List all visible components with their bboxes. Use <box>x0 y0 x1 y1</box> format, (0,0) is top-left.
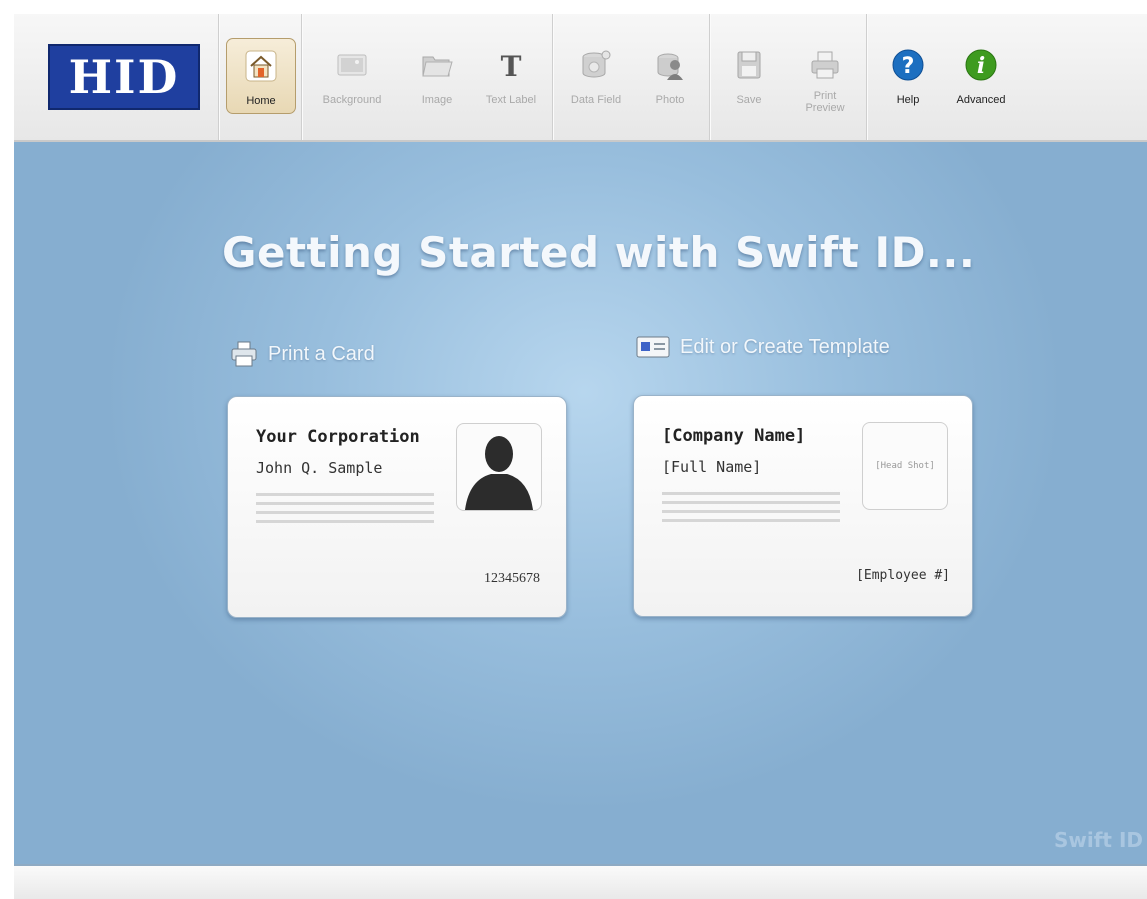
page-title: Getting Started with Swift ID... <box>222 228 976 277</box>
save-button[interactable]: Save <box>713 38 785 116</box>
toolbar-separator <box>709 14 710 140</box>
advanced-button[interactable]: i Advanced <box>945 38 1017 116</box>
person-silhouette-icon <box>465 436 533 510</box>
print-preview-label: Print Preview <box>805 90 845 114</box>
card-photo <box>456 423 542 511</box>
photo-button[interactable]: Photo <box>634 38 706 116</box>
home-icon <box>245 50 277 82</box>
database-icon <box>582 50 611 78</box>
svg-text:T: T <box>501 50 522 82</box>
question-icon: ? <box>892 49 924 81</box>
print-a-card-link[interactable]: Print a Card <box>230 340 375 368</box>
card-name-placeholder: [Full Name] <box>662 458 762 476</box>
employee-number-placeholder: [Employee #] <box>856 568 950 583</box>
template-card[interactable]: [Company Name] [Full Name] [Head Shot] [… <box>633 395 973 617</box>
card-number: 12345678 <box>484 571 540 586</box>
background-button[interactable]: Background <box>316 38 388 116</box>
floppy-disk-icon <box>737 51 761 79</box>
toolbar-separator <box>552 14 553 140</box>
advanced-label: Advanced <box>956 94 1006 106</box>
info-icon: i <box>965 49 997 81</box>
edit-template-label: Edit or Create Template <box>680 335 890 358</box>
swift-id-watermark: Swift ID <box>1053 828 1143 852</box>
photo-label: Photo <box>655 94 685 106</box>
card-company-placeholder: [Company Name] <box>662 426 806 446</box>
help-label: Help <box>896 94 920 106</box>
svg-text:?: ? <box>902 54 915 79</box>
toolbar-separator <box>218 14 219 140</box>
data-field-button[interactable]: Data Field <box>560 38 632 116</box>
text-label-button[interactable]: T Text Label <box>475 38 547 116</box>
printer-icon <box>811 51 839 79</box>
image-button[interactable]: Image <box>401 38 473 116</box>
help-button[interactable]: ? Help <box>872 38 944 116</box>
data-field-label: Data Field <box>570 94 622 106</box>
print-a-card-label: Print a Card <box>268 342 375 365</box>
print-preview-button[interactable]: Print Preview <box>789 38 861 116</box>
edit-template-link[interactable]: Edit or Create Template <box>636 335 890 359</box>
toolbar-separator <box>301 14 302 140</box>
hid-logo: HID <box>48 44 200 110</box>
card-lines <box>256 493 434 529</box>
image-label: Image <box>421 94 453 106</box>
folder-image-icon <box>422 56 453 77</box>
save-label: Save <box>736 94 762 106</box>
card-lines <box>662 492 840 528</box>
home-label: Home <box>246 95 276 107</box>
printer-icon <box>231 341 257 367</box>
text-label-label: Text Label <box>485 94 537 106</box>
card-company: Your Corporation <box>256 427 420 447</box>
background-icon <box>337 54 367 76</box>
app-window: HID Home Background Image T Text Label D… <box>14 14 1147 899</box>
status-bar <box>14 864 1147 899</box>
svg-text:i: i <box>977 53 985 79</box>
home-button[interactable]: Home <box>226 38 296 114</box>
person-photo-icon <box>657 53 683 80</box>
toolbar: HID Home Background Image T Text Label D… <box>14 14 1147 142</box>
id-card-icon <box>636 336 670 358</box>
toolbar-separator <box>866 14 867 140</box>
card-name: John Q. Sample <box>256 459 383 477</box>
head-shot-placeholder: [Head Shot] <box>862 422 948 510</box>
main-area: Getting Started with Swift ID... Print a… <box>14 142 1147 864</box>
text-T-icon: T <box>501 50 522 82</box>
background-label: Background <box>322 94 382 106</box>
sample-card[interactable]: Your Corporation John Q. Sample 12345678 <box>227 396 567 618</box>
